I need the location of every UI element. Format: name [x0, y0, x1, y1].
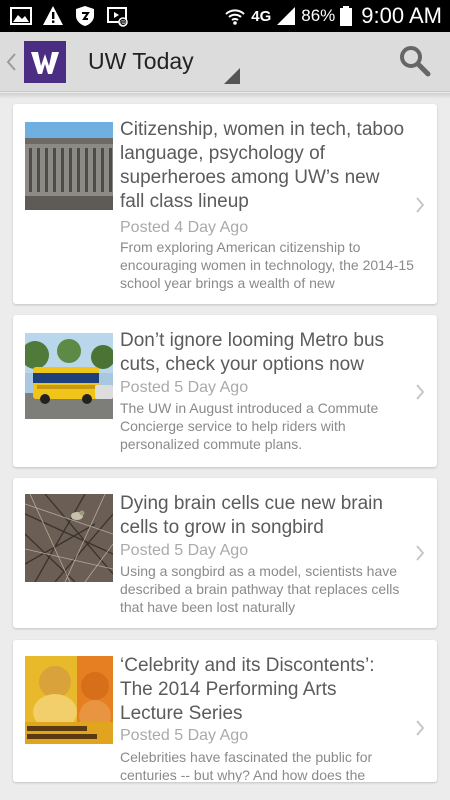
article-title[interactable]: Don’t ignore looming Metro bus cuts, che… [120, 329, 405, 377]
network-type: 4G [251, 7, 272, 25]
article-thumbnail [25, 333, 113, 419]
shield-icon [76, 6, 94, 26]
article-summary: Celebrities have fascinated the public f… [120, 749, 373, 782]
article-thumbnail [25, 494, 113, 582]
search-icon[interactable] [398, 44, 432, 78]
article-summary: Using a songbird as a model, scientists … [120, 563, 400, 615]
cast-icon: @ [107, 7, 128, 27]
article-date: Posted 5 Day Ago [120, 727, 249, 744]
uw-logo[interactable] [24, 41, 66, 83]
system-status: 4G 86% 9:00 AM [223, 0, 442, 32]
wifi-icon [225, 9, 245, 25]
action-bar-shadow [0, 93, 450, 99]
article-title[interactable]: Dying brain cells cue new brain cells to… [120, 492, 405, 540]
chevron-right-icon[interactable] [415, 197, 425, 213]
clock: 9:00 AM [361, 3, 442, 28]
chevron-right-icon[interactable] [415, 545, 425, 561]
article-summary: From exploring American citizenship to e… [120, 239, 414, 291]
signal-icon [277, 7, 296, 25]
up-caret-icon[interactable] [5, 52, 17, 72]
svg-text:@: @ [120, 20, 126, 27]
article-date: Posted 4 Day Ago [120, 219, 249, 236]
article-summary: The UW in August introduced a Commute Co… [120, 400, 379, 452]
battery-percent: 86% [301, 6, 336, 25]
article-title[interactable]: Citizenship, women in tech, taboo langua… [120, 118, 405, 214]
article-card[interactable]: ‘Celebrity and its Discontents’: The 201… [13, 640, 437, 782]
battery-icon [340, 6, 353, 26]
article-thumbnail [25, 122, 113, 210]
w-logo-mark [24, 41, 66, 83]
warning-icon [43, 6, 63, 25]
image-icon [10, 7, 32, 25]
article-title[interactable]: ‘Celebrity and its Discontents’: The 201… [120, 654, 405, 726]
chevron-right-icon[interactable] [415, 720, 425, 736]
article-card[interactable]: Don’t ignore looming Metro bus cuts, che… [13, 315, 437, 467]
article-card[interactable]: Dying brain cells cue new brain cells to… [13, 478, 437, 628]
status-bar: @ 4G 86% 9:00 AM [0, 0, 450, 32]
dropdown-corner-icon[interactable] [224, 68, 240, 84]
article-thumbnail [25, 656, 113, 744]
article-card[interactable]: Citizenship, women in tech, taboo langua… [13, 104, 437, 304]
notification-icons: @ [10, 5, 128, 27]
article-date: Posted 5 Day Ago [120, 542, 249, 559]
app-title[interactable]: UW Today [88, 48, 194, 75]
article-date: Posted 5 Day Ago [120, 379, 249, 396]
chevron-right-icon[interactable] [415, 384, 425, 400]
